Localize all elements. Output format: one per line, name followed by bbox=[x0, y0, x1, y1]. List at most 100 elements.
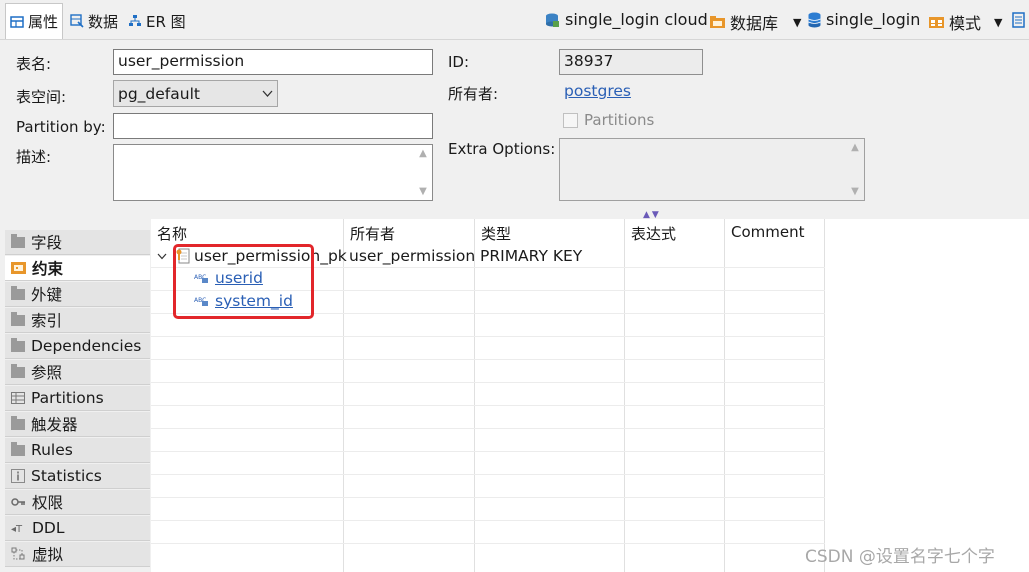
folder-icon bbox=[11, 233, 25, 248]
tab-properties[interactable]: 属性 bbox=[5, 3, 64, 39]
info-icon bbox=[11, 469, 25, 483]
extra-options-scrollbar[interactable]: ▲ ▼ bbox=[846, 139, 864, 200]
tab-data[interactable]: 数据 bbox=[66, 3, 122, 39]
extra-options-label: Extra Options: bbox=[448, 140, 556, 158]
sidebar-item-label: 参照 bbox=[31, 364, 63, 382]
sidebar-item-permissions[interactable]: 权限 bbox=[5, 490, 150, 515]
row-divider bbox=[151, 336, 825, 337]
folder-icon bbox=[11, 285, 25, 300]
row-divider bbox=[151, 543, 825, 544]
column-header-name[interactable]: 名称 bbox=[151, 219, 187, 243]
sidebar-item-foreign-keys[interactable]: 外键 bbox=[5, 282, 150, 307]
sidebar-item-label: 触发器 bbox=[31, 416, 78, 434]
sidebar-item-rules[interactable]: Rules bbox=[5, 438, 150, 463]
column-header-type[interactable]: 类型 bbox=[475, 219, 511, 243]
table-properties-panel: 表名: user_permission 表空间: pg_default Part… bbox=[0, 40, 1029, 212]
breadcrumb-database-label: single_login bbox=[826, 10, 921, 29]
catalog-folder-icon bbox=[710, 16, 725, 28]
row-divider bbox=[151, 382, 825, 383]
tab-data-label: 数据 bbox=[88, 12, 119, 31]
er-diagram-icon bbox=[129, 15, 141, 26]
row-divider bbox=[151, 497, 825, 498]
sidebar-item-statistics[interactable]: Statistics bbox=[5, 464, 150, 489]
sidebar-item-references[interactable]: 参照 bbox=[5, 360, 150, 385]
breadcrumb-schema-label: 模式 bbox=[949, 14, 982, 33]
breadcrumb-catalog[interactable]: 数据库 ▼ bbox=[710, 10, 801, 34]
sidebar: 字段 约束 外键 索引 Dependencies 参照 Partitions 触… bbox=[5, 226, 151, 572]
tab-er-diagram[interactable]: ER 图 bbox=[124, 3, 190, 39]
sidebar-item-label: 约束 bbox=[32, 260, 64, 278]
breadcrumb-connection-label: single_login cloud bbox=[565, 10, 708, 29]
owner-label: 所有者: bbox=[448, 85, 499, 103]
panel-toggle-icon[interactable] bbox=[1012, 12, 1025, 28]
constraint-icon bbox=[11, 262, 26, 274]
sidebar-item-label: DDL bbox=[32, 519, 65, 537]
column-header-owner[interactable]: 所有者 bbox=[344, 219, 395, 243]
folder-icon bbox=[11, 363, 25, 378]
sidebar-item-label: 虚拟 bbox=[32, 546, 64, 564]
key-icon bbox=[11, 498, 25, 506]
description-scrollbar[interactable]: ▲ ▼ bbox=[414, 145, 432, 200]
partition-by-label: Partition by: bbox=[16, 118, 106, 136]
svg-text:◂T: ◂T bbox=[11, 524, 23, 534]
partitions-checkbox-label: Partitions bbox=[584, 111, 655, 129]
sidebar-item-columns[interactable]: 字段 bbox=[5, 230, 150, 255]
data-icon bbox=[70, 14, 84, 28]
database-icon bbox=[808, 12, 821, 27]
tablespace-value: pg_default bbox=[118, 84, 200, 103]
sidebar-item-label: Dependencies bbox=[31, 337, 142, 355]
virtual-icon bbox=[11, 547, 25, 560]
id-label: ID: bbox=[448, 53, 470, 71]
folder-icon bbox=[11, 337, 25, 352]
tab-properties-label: 属性 bbox=[28, 13, 59, 31]
watermark: CSDN @设置名字七个字 bbox=[805, 547, 995, 567]
highlight-box bbox=[173, 244, 314, 319]
breadcrumb-schema[interactable]: 模式 ▼ bbox=[929, 10, 1002, 34]
row-divider bbox=[151, 405, 825, 406]
sidebar-item-triggers[interactable]: 触发器 bbox=[5, 412, 150, 437]
sidebar-item-virtual[interactable]: 虚拟 bbox=[5, 542, 150, 567]
breadcrumb-catalog-label: 数据库 bbox=[730, 14, 779, 33]
column-header-expression[interactable]: 表达式 bbox=[625, 219, 676, 243]
sidebar-item-dependencies[interactable]: Dependencies bbox=[5, 334, 150, 359]
sidebar-item-constraints[interactable]: 约束 bbox=[5, 256, 150, 281]
properties-icon bbox=[10, 15, 24, 28]
tab-er-diagram-label: ER 图 bbox=[146, 12, 186, 31]
breadcrumb-connection[interactable]: single_login cloud bbox=[544, 10, 708, 29]
table-name-label: 表名: bbox=[16, 55, 52, 73]
sidebar-item-partitions[interactable]: Partitions bbox=[5, 386, 150, 411]
chevron-down-icon bbox=[262, 90, 273, 97]
editor-toolbar: 属性 数据 ER 图 single_login cloud 数据库 ▼ sing… bbox=[0, 0, 1029, 40]
row-divider bbox=[151, 451, 825, 452]
folder-icon bbox=[11, 441, 25, 456]
description-label: 描述: bbox=[16, 148, 52, 166]
row-divider bbox=[151, 520, 825, 521]
schema-dropdown-icon[interactable]: ▼ bbox=[994, 16, 1002, 29]
sidebar-item-label: Partitions bbox=[31, 389, 104, 407]
constraint-type: PRIMARY KEY bbox=[480, 247, 583, 265]
column-header-comment[interactable]: Comment bbox=[725, 219, 805, 243]
sidebar-item-label: 外键 bbox=[31, 286, 63, 304]
sidebar-item-label: 字段 bbox=[31, 234, 63, 252]
description-textarea[interactable]: ▲ ▼ bbox=[113, 144, 433, 201]
row-divider bbox=[151, 474, 825, 475]
row-divider bbox=[151, 359, 825, 360]
sidebar-item-label: Statistics bbox=[31, 467, 102, 485]
owner-link[interactable]: postgres bbox=[564, 82, 631, 100]
catalog-dropdown-icon[interactable]: ▼ bbox=[793, 16, 801, 29]
partitions-checkbox[interactable]: Partitions bbox=[563, 111, 654, 129]
sidebar-item-indexes[interactable]: 索引 bbox=[5, 308, 150, 333]
tablespace-select[interactable]: pg_default bbox=[113, 80, 278, 107]
partitions-checkbox-box[interactable] bbox=[563, 112, 578, 128]
folder-icon bbox=[11, 311, 25, 326]
ddl-icon: ◂T bbox=[11, 524, 23, 534]
chevron-down-icon[interactable] bbox=[157, 253, 167, 260]
table-name-field[interactable]: user_permission bbox=[113, 49, 433, 75]
folder-icon bbox=[11, 415, 25, 430]
connection-icon bbox=[546, 13, 559, 27]
sidebar-item-ddl[interactable]: ◂T DDL bbox=[5, 516, 150, 541]
extra-options-textarea: ▲ ▼ bbox=[559, 138, 865, 201]
breadcrumb-database[interactable]: single_login bbox=[808, 10, 920, 29]
partition-by-field[interactable] bbox=[113, 113, 433, 139]
sidebar-item-label: 权限 bbox=[32, 494, 64, 512]
